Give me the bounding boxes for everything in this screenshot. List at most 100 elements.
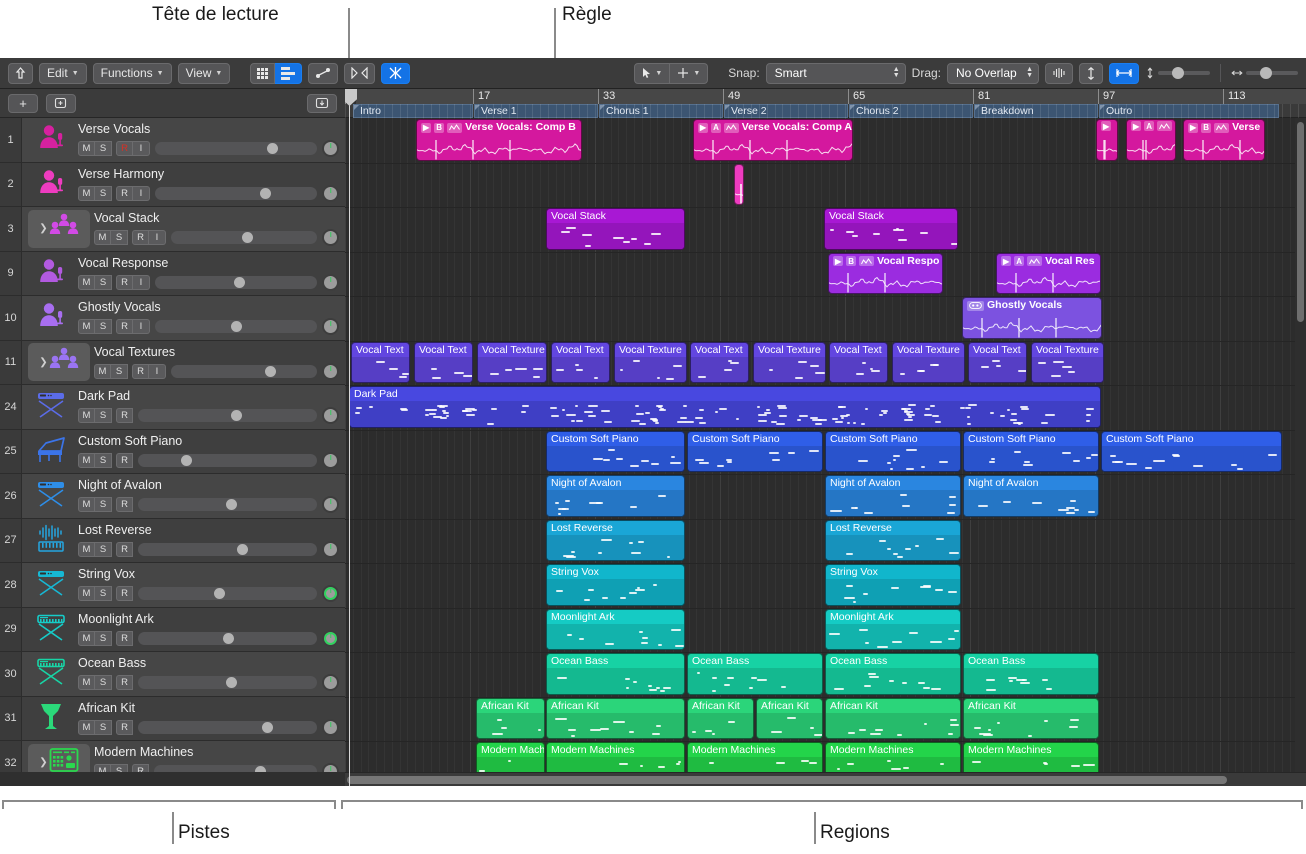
track-icon[interactable] xyxy=(28,699,74,737)
volume-knob[interactable] xyxy=(242,232,253,243)
track-button-r[interactable]: R xyxy=(132,230,149,245)
waveform-zoom-icon[interactable] xyxy=(1045,63,1073,84)
pan-knob[interactable] xyxy=(322,719,339,736)
volume-slider[interactable] xyxy=(138,676,317,689)
volume-knob[interactable] xyxy=(226,677,237,688)
region[interactable]: Ocean Bass xyxy=(825,653,961,695)
track-name[interactable]: Night of Avalon xyxy=(78,478,339,493)
track-header-row[interactable]: 30 Ocean Bass MSR xyxy=(0,652,345,697)
track-button-i[interactable]: I xyxy=(149,364,166,379)
region[interactable]: Dark Pad xyxy=(349,386,1101,428)
track-name[interactable]: String Vox xyxy=(78,567,339,582)
pan-knob[interactable] xyxy=(322,630,339,647)
region[interactable]: Lost Reverse xyxy=(825,520,961,562)
track-button-r[interactable]: R xyxy=(116,141,133,156)
chevron-right-icon[interactable]: ❯ xyxy=(39,357,47,368)
region[interactable]: ▶BVocal Respo xyxy=(828,253,943,295)
track-button-m[interactable]: M xyxy=(78,720,95,735)
volume-knob[interactable] xyxy=(237,544,248,555)
volume-knob[interactable] xyxy=(214,588,225,599)
track-button-s[interactable]: S xyxy=(95,141,112,156)
track-header-row[interactable]: 26 Night of Avalon MSR xyxy=(0,474,345,519)
track-button-s[interactable]: S xyxy=(95,408,112,423)
track-name[interactable]: Ghostly Vocals xyxy=(78,300,339,315)
volume-slider[interactable] xyxy=(138,498,317,511)
volume-slider[interactable] xyxy=(138,587,317,600)
region[interactable]: Vocal Texture xyxy=(614,342,687,384)
pan-knob[interactable] xyxy=(322,229,339,246)
region[interactable]: African Kit xyxy=(476,698,545,740)
pan-knob[interactable] xyxy=(322,185,339,202)
track-icon[interactable] xyxy=(28,299,74,337)
ruler[interactable]: 1173349658197113 IntroVerse 1Chorus 1Ver… xyxy=(345,89,1306,118)
region[interactable]: Lost Reverse xyxy=(546,520,685,562)
region[interactable]: Moonlight Ark xyxy=(825,609,961,651)
volume-slider[interactable] xyxy=(171,231,317,244)
region[interactable]: String Vox xyxy=(546,564,685,606)
arrange-area[interactable]: 1173349658197113 IntroVerse 1Chorus 1Ver… xyxy=(345,89,1306,786)
drag-dropdown[interactable]: No Overlap ▲▼ xyxy=(947,63,1039,84)
region[interactable]: ▶BVerse Vocals: Comp B xyxy=(416,119,582,161)
track-button-r[interactable]: R xyxy=(116,319,133,334)
volume-knob[interactable] xyxy=(226,499,237,510)
track-button-m[interactable]: M xyxy=(78,186,95,201)
track-button-r[interactable]: R xyxy=(116,720,133,735)
region[interactable]: African Kit xyxy=(546,698,685,740)
region[interactable]: Custom Soft Piano xyxy=(687,431,823,473)
horizontal-zoom-icon[interactable] xyxy=(1109,63,1139,84)
track-body[interactable]: Custom Soft Piano MSR xyxy=(22,430,345,474)
track-body[interactable]: Verse Vocals MSRI xyxy=(22,118,345,162)
track-button-m[interactable]: M xyxy=(78,586,95,601)
region[interactable]: Vocal Text xyxy=(968,342,1027,384)
pan-knob[interactable] xyxy=(322,585,339,602)
track-button-r[interactable]: R xyxy=(116,453,133,468)
chevron-right-icon[interactable]: ❯ xyxy=(39,223,47,234)
region[interactable]: ▶A xyxy=(1126,119,1176,161)
pan-knob[interactable] xyxy=(322,407,339,424)
region[interactable]: Ghostly Vocals xyxy=(962,297,1102,339)
volume-knob[interactable] xyxy=(231,410,242,421)
track-button-r[interactable]: R xyxy=(116,186,133,201)
region[interactable]: Night of Avalon xyxy=(963,475,1099,517)
track-button-i[interactable]: I xyxy=(133,141,150,156)
volume-slider[interactable] xyxy=(171,365,317,378)
track-header-row[interactable]: 2 Verse Harmony MSRI xyxy=(0,163,345,208)
track-button-s[interactable]: S xyxy=(95,319,112,334)
grid-view-icon[interactable] xyxy=(250,63,275,84)
track-icon[interactable] xyxy=(28,521,74,559)
duplicate-track-icon[interactable] xyxy=(46,94,76,113)
region[interactable]: African Kit xyxy=(756,698,823,740)
track-button-i[interactable]: I xyxy=(133,275,150,290)
track-header-row[interactable]: 3 ❯ Vocal Stack MSRI xyxy=(0,207,345,252)
region[interactable]: Vocal Stack xyxy=(824,208,958,250)
pan-knob[interactable] xyxy=(322,674,339,691)
track-icon[interactable] xyxy=(28,566,74,604)
track-icon[interactable] xyxy=(28,610,74,648)
track-icon[interactable] xyxy=(28,254,74,292)
region[interactable]: String Vox xyxy=(825,564,961,606)
volume-knob[interactable] xyxy=(260,188,271,199)
track-button-m[interactable]: M xyxy=(78,408,95,423)
track-body[interactable]: Ghostly Vocals MSRI xyxy=(22,296,345,340)
volume-slider[interactable] xyxy=(138,721,317,734)
track-body[interactable]: String Vox MSR xyxy=(22,563,345,607)
volume-knob[interactable] xyxy=(267,143,278,154)
track-name[interactable]: Modern Machines xyxy=(94,745,339,760)
track-name[interactable]: Ocean Bass xyxy=(78,656,339,671)
track-button-s[interactable]: S xyxy=(95,720,112,735)
track-body[interactable]: Verse Harmony MSRI xyxy=(22,163,345,207)
track-button-s[interactable]: S xyxy=(95,631,112,646)
volume-knob[interactable] xyxy=(262,722,273,733)
vertical-zoom-icon[interactable] xyxy=(1079,63,1103,84)
track-button-s[interactable]: S xyxy=(95,275,112,290)
track-name[interactable]: Lost Reverse xyxy=(78,523,339,538)
track-button-s[interactable]: S xyxy=(95,586,112,601)
marker-track[interactable]: IntroVerse 1Chorus 1Verse 2Chorus 2Break… xyxy=(345,104,1306,118)
volume-knob[interactable] xyxy=(223,633,234,644)
region[interactable]: Ocean Bass xyxy=(963,653,1099,695)
track-button-s[interactable]: S xyxy=(111,230,128,245)
chevron-right-icon[interactable]: ❯ xyxy=(39,757,47,768)
track-button-r[interactable]: R xyxy=(116,586,133,601)
pan-knob[interactable] xyxy=(322,496,339,513)
functions-menu-button[interactable]: Functions ▼ xyxy=(93,63,172,84)
